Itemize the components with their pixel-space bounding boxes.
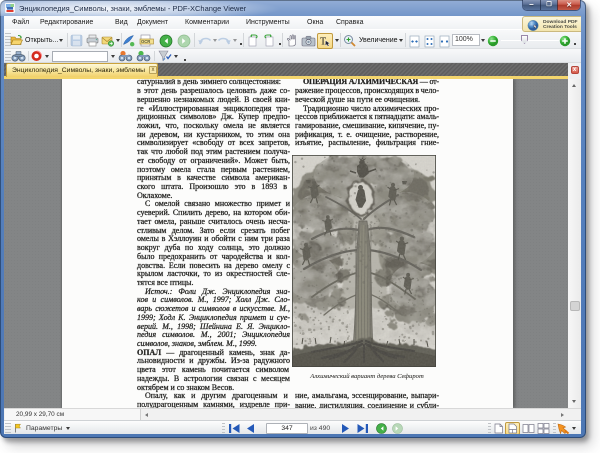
svg-text:OCR: OCR bbox=[141, 39, 150, 44]
